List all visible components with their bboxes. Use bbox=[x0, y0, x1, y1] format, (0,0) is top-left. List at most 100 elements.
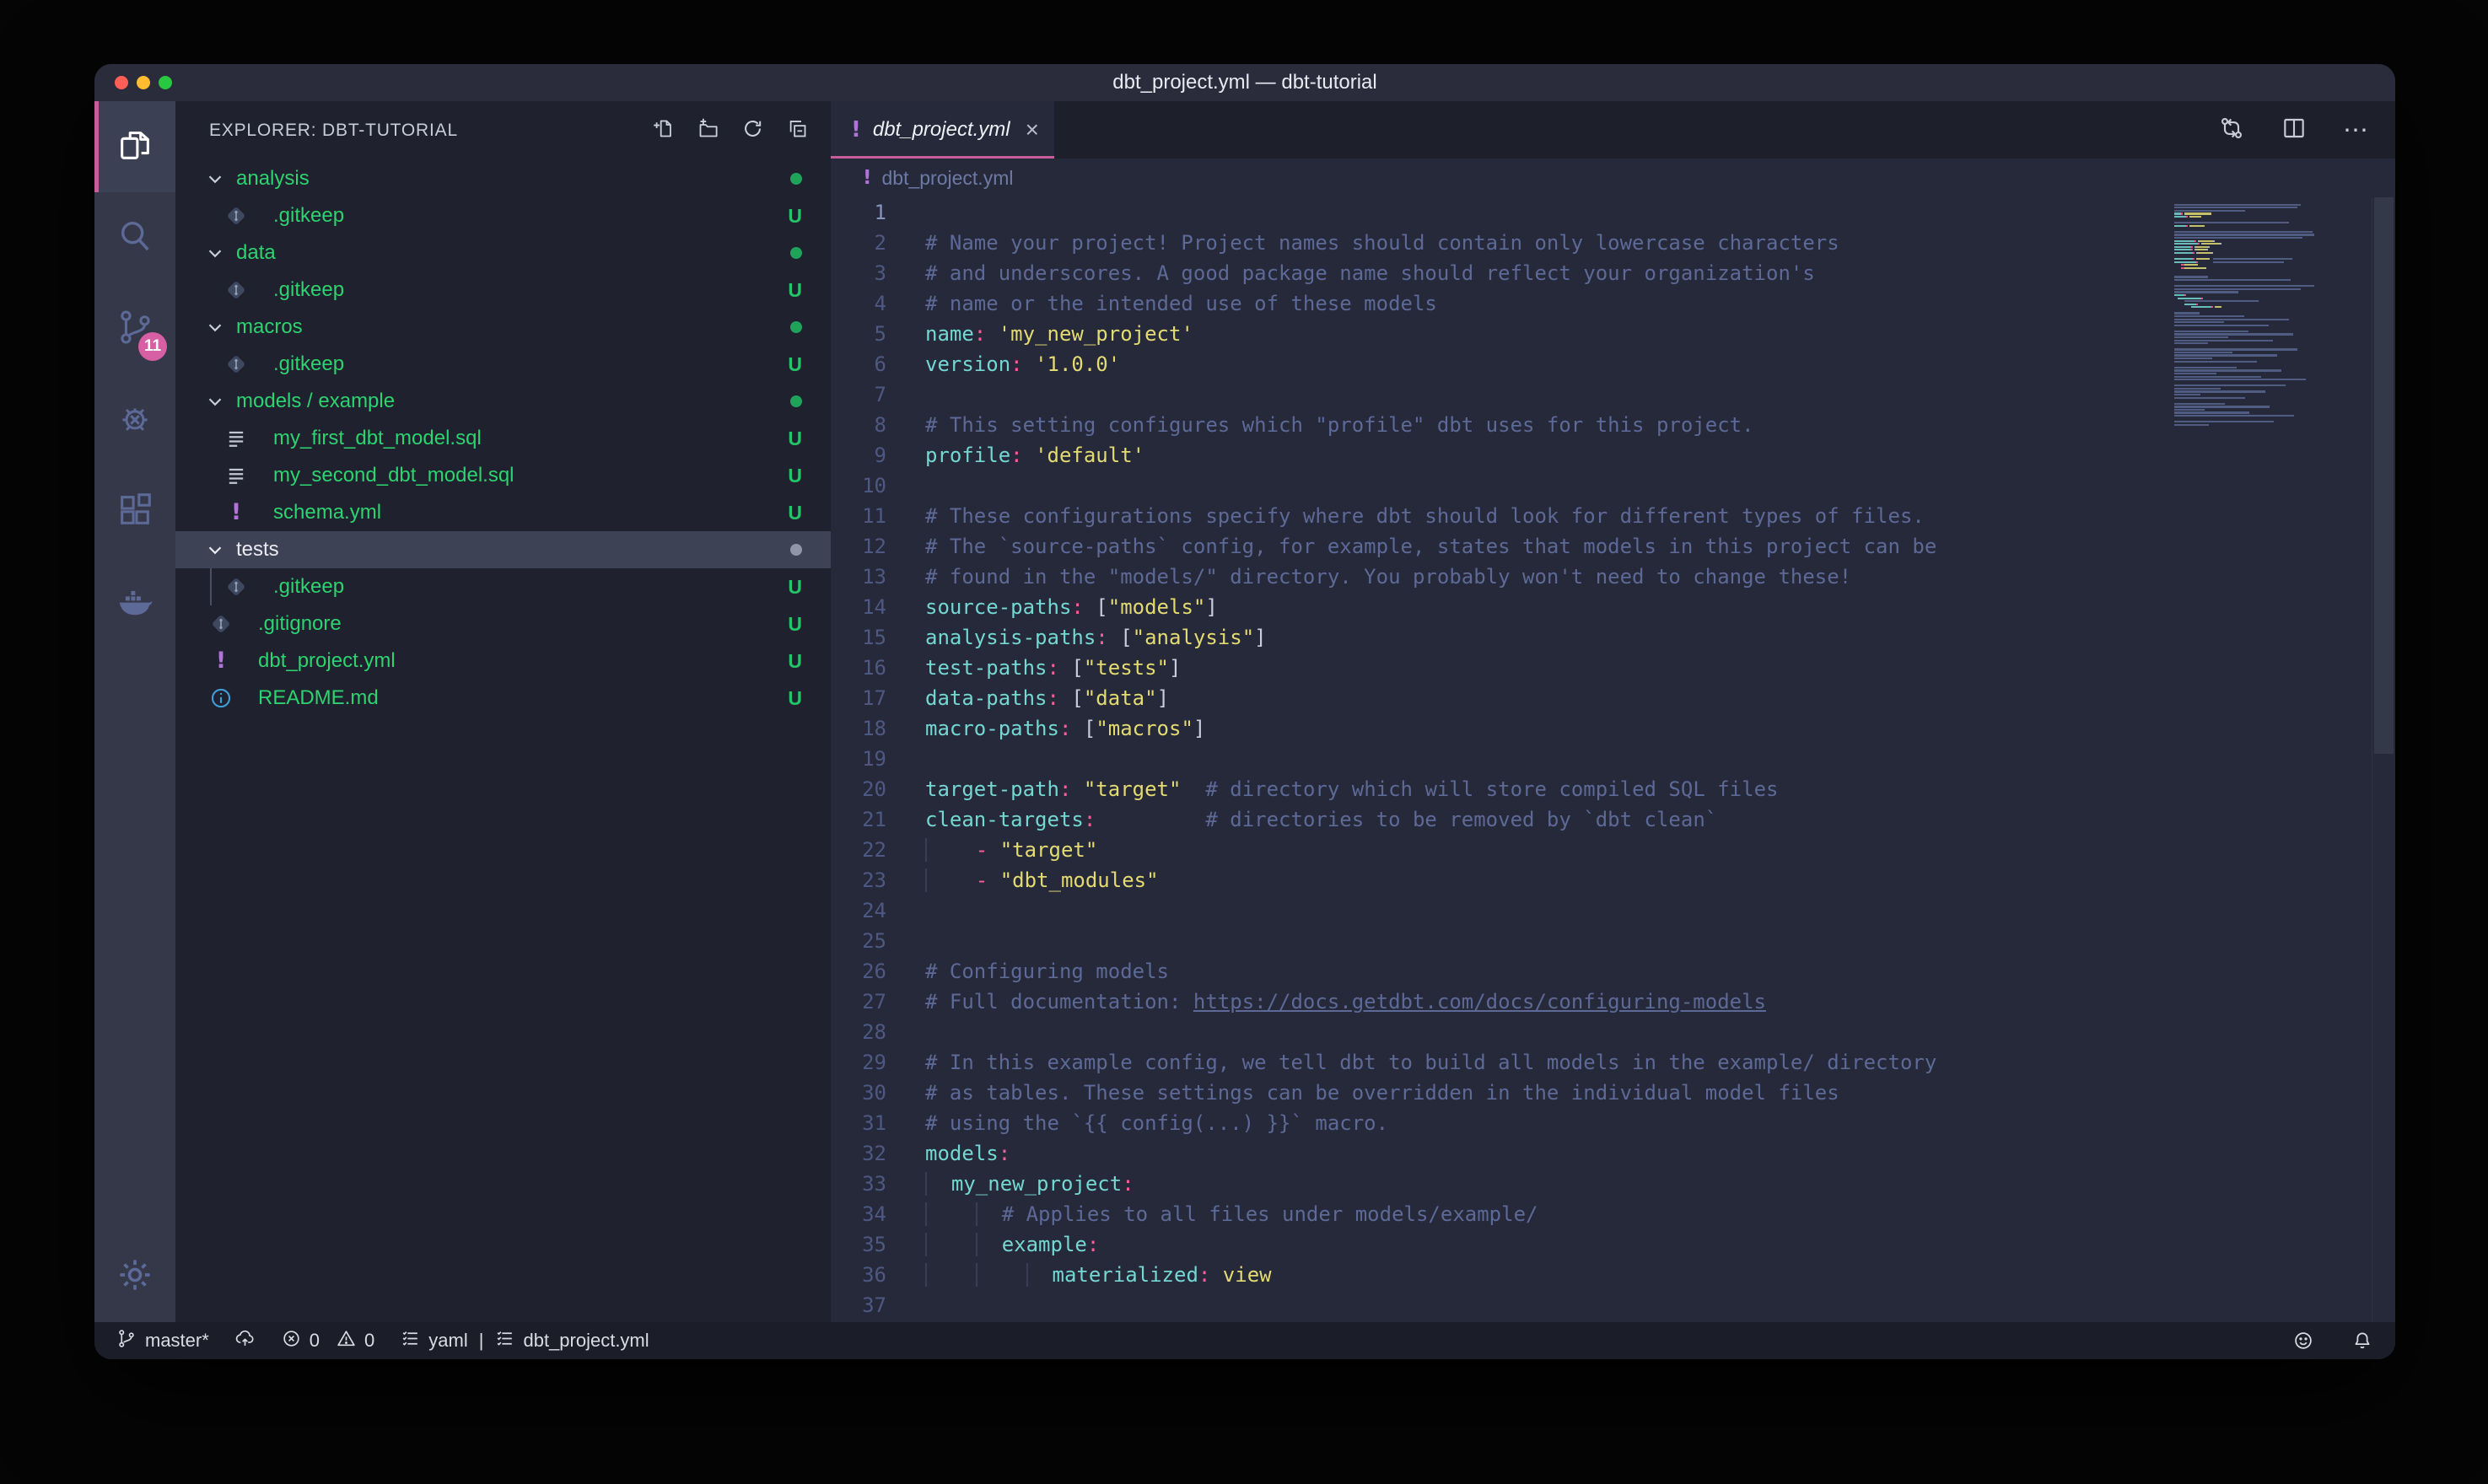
git-untracked-badge: U bbox=[788, 427, 802, 450]
activity-explorer[interactable] bbox=[94, 101, 175, 192]
file-label: .gitkeep bbox=[273, 575, 788, 599]
tree-folder-analysis[interactable]: analysis bbox=[175, 160, 831, 197]
tree-file-gitignore[interactable]: .gitignoreU bbox=[175, 605, 831, 643]
line-number: 29 bbox=[831, 1047, 886, 1078]
git-branch-status[interactable]: master* bbox=[116, 1328, 209, 1354]
code-line-18: 18macro-paths: ["macros"] bbox=[831, 713, 2395, 744]
code-line-20: 20target-path: "target" # directory whic… bbox=[831, 774, 2395, 804]
activity-extensions[interactable] bbox=[94, 465, 175, 556]
file-label: models / example bbox=[236, 390, 790, 413]
tree-file-gitkeep[interactable]: .gitkeepU bbox=[175, 272, 831, 309]
activity-search[interactable] bbox=[94, 192, 175, 283]
explorer-sidebar: EXPLORER: DBT-TUTORIAL bbox=[175, 101, 831, 1322]
tree-file-dbt-project-yml[interactable]: !dbt_project.ymlU bbox=[175, 643, 831, 680]
new-file-icon[interactable] bbox=[652, 117, 675, 144]
code-editor[interactable]: 12# Name your project! Project names sho… bbox=[831, 197, 2395, 1322]
activity-settings[interactable] bbox=[94, 1231, 175, 1322]
tree-folder-tests[interactable]: tests bbox=[175, 531, 831, 568]
code-line-9: 9profile: 'default' bbox=[831, 440, 2395, 470]
code-line-34: 34 # Applies to all files under models/e… bbox=[831, 1199, 2395, 1229]
breadcrumb[interactable]: ! dbt_project.yml bbox=[831, 159, 2395, 197]
split-editor-icon[interactable] bbox=[2281, 115, 2308, 146]
sync-status[interactable] bbox=[234, 1328, 256, 1354]
code-line-26: 26# Configuring models bbox=[831, 956, 2395, 987]
chevron-down-icon bbox=[204, 539, 226, 561]
code-line-36: 36 materialized: view bbox=[831, 1260, 2395, 1290]
line-number: 34 bbox=[831, 1199, 886, 1229]
yaml-file-icon: ! bbox=[224, 501, 248, 524]
tree-file-readme-md[interactable]: README.mdU bbox=[175, 680, 831, 717]
git-branch-icon bbox=[116, 1328, 137, 1354]
more-actions-icon[interactable]: ⋯ bbox=[2343, 116, 2370, 145]
line-number: 35 bbox=[831, 1229, 886, 1260]
tree-folder-data[interactable]: data bbox=[175, 234, 831, 272]
code-line-23: 23 - "dbt_modules" bbox=[831, 865, 2395, 895]
line-number: 32 bbox=[831, 1138, 886, 1169]
file-label: tests bbox=[236, 538, 790, 562]
outline-file: dbt_project.yml bbox=[523, 1330, 649, 1352]
line-number: 14 bbox=[831, 592, 886, 622]
code-line-27: 27# Full documentation: https://docs.get… bbox=[831, 987, 2395, 1017]
scrollbar-thumb[interactable] bbox=[2374, 197, 2394, 754]
minimap[interactable] bbox=[2174, 201, 2370, 427]
notifications-bell-icon[interactable] bbox=[2351, 1330, 2373, 1352]
code-line-19: 19 bbox=[831, 744, 2395, 774]
problems-status[interactable]: 0 0 bbox=[281, 1328, 375, 1354]
activity-docker[interactable] bbox=[94, 556, 175, 648]
line-number: 9 bbox=[831, 440, 886, 470]
outline-status[interactable]: yaml | dbt_project.yml bbox=[400, 1328, 649, 1354]
tab-label: dbt_project.yml bbox=[873, 118, 1017, 142]
explorer-header: EXPLORER: DBT-TUTORIAL bbox=[209, 121, 652, 141]
activity-source-control[interactable]: 11 bbox=[94, 283, 175, 374]
chevron-down-icon bbox=[204, 168, 226, 190]
collapse-folders-icon[interactable] bbox=[786, 117, 809, 144]
scrollbar[interactable] bbox=[2372, 197, 2395, 1322]
file-label: dbt_project.yml bbox=[258, 649, 788, 673]
git-modified-dot bbox=[790, 247, 802, 259]
code-line-11: 11# These configurations specify where d… bbox=[831, 501, 2395, 531]
outline-mode: yaml bbox=[428, 1330, 467, 1352]
code-line-28: 28 bbox=[831, 1017, 2395, 1047]
code-line-24: 24 bbox=[831, 895, 2395, 926]
code-line-30: 30# as tables. These settings can be ove… bbox=[831, 1078, 2395, 1108]
close-tab-icon[interactable]: × bbox=[1026, 116, 1039, 143]
tree-file-schema-yml[interactable]: !schema.ymlU bbox=[175, 494, 831, 531]
file-tree: analysis.gitkeepUdata.gitkeepUmacros.git… bbox=[175, 160, 831, 1322]
tree-file-gitkeep[interactable]: .gitkeepU bbox=[175, 346, 831, 383]
feedback-smiley-icon[interactable] bbox=[2292, 1330, 2314, 1352]
open-changes-icon[interactable] bbox=[2218, 115, 2245, 146]
file-label: .gitignore bbox=[258, 612, 788, 636]
tree-folder-models-example[interactable]: models / example bbox=[175, 383, 831, 420]
search-icon bbox=[116, 217, 154, 260]
activity-debug[interactable] bbox=[94, 374, 175, 465]
refresh-icon[interactable] bbox=[741, 117, 764, 144]
line-number: 6 bbox=[831, 349, 886, 379]
line-number: 11 bbox=[831, 501, 886, 531]
line-number: 18 bbox=[831, 713, 886, 744]
git-file-icon bbox=[224, 352, 248, 376]
tab-dbt-project-yml[interactable]: ! dbt_project.yml × bbox=[831, 101, 1054, 159]
scm-changes-badge: 11 bbox=[138, 332, 167, 361]
code-line-35: 35 example: bbox=[831, 1229, 2395, 1260]
tree-folder-macros[interactable]: macros bbox=[175, 309, 831, 346]
tree-file-my-second-dbt-model-sql[interactable]: my_second_dbt_model.sqlU bbox=[175, 457, 831, 494]
git-file-icon bbox=[224, 278, 248, 302]
tree-file-my-first-dbt-model-sql[interactable]: my_first_dbt_model.sqlU bbox=[175, 420, 831, 457]
tree-file-gitkeep[interactable]: .gitkeepU bbox=[175, 197, 831, 234]
file-label: my_second_dbt_model.sql bbox=[273, 464, 788, 487]
code-line-4: 4# name or the intended use of these mod… bbox=[831, 288, 2395, 319]
code-line-3: 3# and underscores. A good package name … bbox=[831, 258, 2395, 288]
line-number: 5 bbox=[831, 319, 886, 349]
tasklist-icon bbox=[400, 1328, 421, 1354]
git-untracked-badge: U bbox=[788, 687, 802, 710]
code-line-12: 12# The `source-paths` config, for examp… bbox=[831, 531, 2395, 562]
code-line-25: 25 bbox=[831, 926, 2395, 956]
line-number: 16 bbox=[831, 653, 886, 683]
new-folder-icon[interactable] bbox=[697, 117, 719, 144]
code-line-22: 22 - "target" bbox=[831, 835, 2395, 865]
git-modified-dot bbox=[790, 395, 802, 407]
tree-file-gitkeep[interactable]: .gitkeepU bbox=[175, 568, 831, 605]
titlebar: dbt_project.yml — dbt-tutorial bbox=[94, 64, 2395, 101]
line-number: 37 bbox=[831, 1290, 886, 1320]
file-label: data bbox=[236, 241, 790, 265]
